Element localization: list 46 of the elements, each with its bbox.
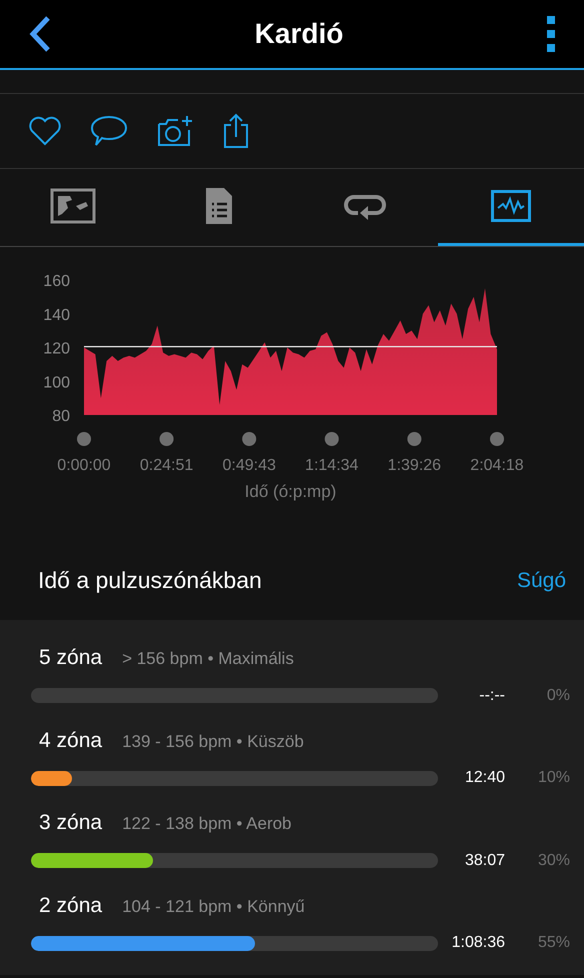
x-tick-label: 2:04:18: [470, 457, 524, 474]
y-tick-label: 80: [52, 408, 70, 425]
x-tick-label: 0:00:00: [57, 457, 111, 474]
zone-percent: 30%: [536, 850, 570, 870]
zone-range: 122 - 138 bpm • Aerob: [122, 813, 292, 835]
zone-name: 5 zóna: [39, 645, 102, 671]
x-axis-label: Idő (ó:p:mp): [244, 482, 336, 501]
x-tick-dot: [407, 432, 422, 446]
back-icon[interactable]: [28, 15, 52, 53]
x-tick-dot: [242, 432, 256, 446]
x-tick-label: 0:24:51: [140, 457, 194, 474]
zone-range: 139 - 156 bpm • Küszöb: [122, 730, 304, 752]
add-photo-icon[interactable]: [156, 114, 194, 148]
zone-percent: 10%: [536, 768, 570, 788]
section-title: Idő a pulzuszónákban: [38, 566, 262, 596]
zone-time: 1:08:36: [450, 933, 505, 953]
zone-range: > 156 bpm • Maximális: [122, 648, 294, 670]
more-icon[interactable]: [546, 15, 556, 53]
x-tick-dot: [160, 432, 174, 446]
heart-icon[interactable]: [28, 116, 62, 146]
zone-time: 12:40: [464, 768, 505, 788]
y-tick-label: 160: [43, 273, 70, 290]
y-tick-label: 140: [43, 306, 70, 324]
share-icon[interactable]: [222, 113, 250, 149]
zone-name: 4 zóna: [39, 728, 102, 754]
map-icon: [50, 188, 96, 224]
y-tick-label: 120: [43, 340, 70, 358]
zone-time: 38:07: [464, 850, 505, 870]
zone-range: 104 - 121 bpm • Könnyű: [122, 896, 305, 918]
page-title: Kardió: [254, 17, 344, 51]
comment-icon[interactable]: [90, 115, 128, 147]
help-link[interactable]: Súgó: [516, 564, 566, 596]
zone-percent: 0%: [546, 686, 570, 706]
heart-rate-chart-icon: [491, 190, 531, 222]
document-list-icon: [204, 186, 234, 226]
zone-name: 3 zóna: [39, 810, 102, 836]
x-tick-label: 0:49:43: [222, 457, 276, 474]
x-tick-label: 1:39:26: [388, 457, 442, 474]
x-tick-dot: [77, 432, 91, 446]
zone-name: 2 zóna: [39, 892, 102, 918]
x-tick-dot: [490, 432, 504, 446]
y-tick-label: 100: [43, 374, 70, 392]
x-tick-label: 1:14:34: [305, 457, 358, 474]
x-tick-dot: [324, 432, 339, 446]
zone-percent: 55%: [536, 933, 570, 953]
zone-time: --:--: [478, 686, 505, 706]
